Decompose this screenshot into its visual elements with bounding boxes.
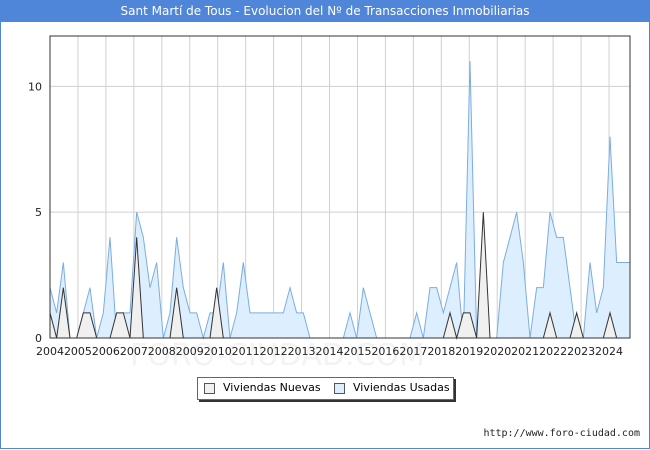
x-tick-label: 2005	[64, 345, 92, 358]
y-tick-label: 0	[35, 332, 42, 345]
x-tick-label: 2019	[455, 345, 483, 358]
x-tick-label: 2004	[36, 345, 64, 358]
y-tick-label: 10	[28, 80, 42, 93]
x-tick-label: 2011	[232, 345, 260, 358]
y-tick-label: 5	[35, 206, 42, 219]
x-tick-label: 2018	[427, 345, 455, 358]
footer-url[interactable]: http://www.foro-ciudad.com	[483, 428, 640, 439]
x-tick-label: 2023	[567, 345, 595, 358]
x-tick-label: 2008	[148, 345, 176, 358]
x-tick-label: 2009	[176, 345, 204, 358]
x-tick-label: 2016	[371, 345, 399, 358]
x-tick-label: 2024	[595, 345, 623, 358]
x-tick-label: 2013	[288, 345, 316, 358]
x-tick-label: 2022	[539, 345, 567, 358]
x-tick-label: 2010	[204, 345, 232, 358]
x-tick-label: 2020	[483, 345, 511, 358]
x-tick-label: 2012	[260, 345, 288, 358]
legend: Viviendas Nuevas Viviendas Usadas	[197, 377, 454, 400]
legend-item-usadas: Viviendas Usadas	[334, 381, 450, 395]
legend-label-usadas: Viviendas Usadas	[353, 381, 450, 394]
x-tick-label: 2006	[92, 345, 120, 358]
x-tick-label: 2014	[316, 345, 344, 358]
legend-label-nuevas: Viviendas Nuevas	[223, 381, 321, 394]
legend-item-nuevas: Viviendas Nuevas	[204, 381, 321, 395]
x-tick-label: 2007	[120, 345, 148, 358]
legend-swatch-usadas	[334, 382, 345, 394]
x-tick-label: 2015	[343, 345, 371, 358]
x-tick-label: 2017	[399, 345, 427, 358]
legend-swatch-nuevas	[204, 382, 215, 394]
x-tick-label: 2021	[511, 345, 539, 358]
